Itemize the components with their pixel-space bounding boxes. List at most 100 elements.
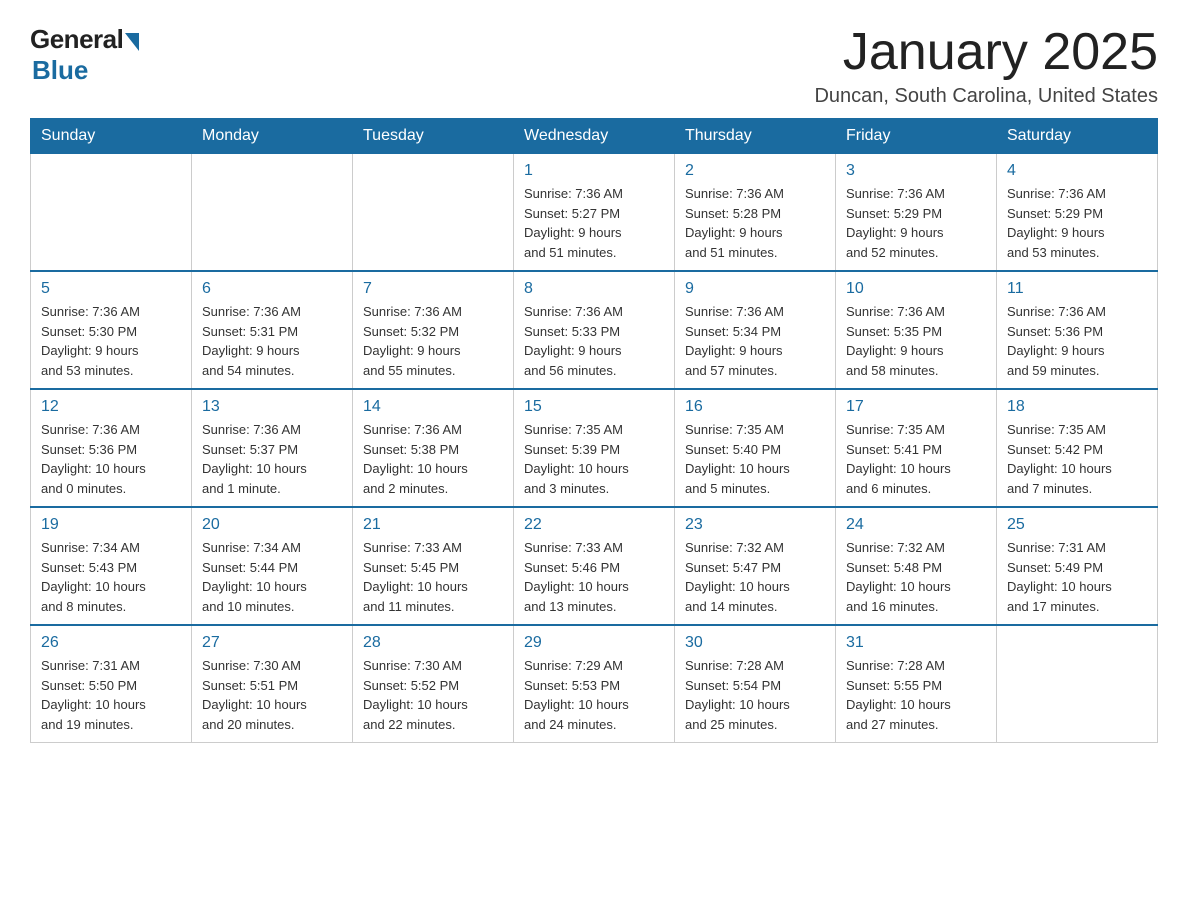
day-info: Sunrise: 7:32 AMSunset: 5:48 PMDaylight:… [846, 538, 986, 616]
day-number: 21 [363, 516, 503, 534]
day-header-friday: Friday [836, 119, 997, 154]
calendar-cell: 16Sunrise: 7:35 AMSunset: 5:40 PMDayligh… [675, 389, 836, 507]
calendar-cell: 29 Sunrise: 7:29 AMSunset: 5:53 PMDayligh… [514, 625, 675, 743]
day-info: Sunrise: 7:36 AMSunset: 5:36 PMDaylight:… [1007, 302, 1147, 380]
day-number: 25 [1007, 516, 1147, 534]
month-title: January 2025 [814, 24, 1158, 81]
day-number: 28 [363, 634, 503, 652]
day-number: 29 [524, 634, 664, 652]
day-number: 8 [524, 280, 664, 298]
day-number: 24 [846, 516, 986, 534]
calendar-cell: 7Sunrise: 7:36 AMSunset: 5:32 PMDaylight… [353, 271, 514, 389]
day-number: 13 [202, 398, 342, 416]
day-info: Sunrise: 7:32 AMSunset: 5:47 PMDaylight:… [685, 538, 825, 616]
calendar-cell: 26 Sunrise: 7:31 AMSunset: 5:50 PMDayligh… [31, 625, 192, 743]
day-number: 11 [1007, 280, 1147, 298]
calendar-cell: 13 Sunrise: 7:36 AMSunset: 5:37 PMDayligh… [192, 389, 353, 507]
day-info: Sunrise: 7:36 AMSunset: 5:31 PMDaylight:… [202, 302, 342, 380]
day-info: Sunrise: 7:29 AMSunset: 5:53 PMDaylight:… [524, 656, 664, 734]
day-number: 5 [41, 280, 181, 298]
logo-triangle-icon [125, 33, 139, 51]
week-row-5: 26 Sunrise: 7:31 AMSunset: 5:50 PMDayligh… [31, 625, 1158, 743]
calendar-cell: 22Sunrise: 7:33 AMSunset: 5:46 PMDayligh… [514, 507, 675, 625]
day-info: Sunrise: 7:30 AMSunset: 5:51 PMDaylight:… [202, 656, 342, 734]
day-number: 10 [846, 280, 986, 298]
day-number: 4 [1007, 162, 1147, 180]
day-number: 6 [202, 280, 342, 298]
day-info: Sunrise: 7:36 AMSunset: 5:37 PMDaylight:… [202, 420, 342, 498]
calendar-cell: 20 Sunrise: 7:34 AMSunset: 5:44 PMDayligh… [192, 507, 353, 625]
calendar-cell: 19 Sunrise: 7:34 AMSunset: 5:43 PMDayligh… [31, 507, 192, 625]
day-number: 7 [363, 280, 503, 298]
calendar-cell [997, 625, 1158, 743]
logo-general-text: General [30, 24, 123, 55]
day-number: 1 [524, 162, 664, 180]
calendar-cell: 18 Sunrise: 7:35 AMSunset: 5:42 PMDayligh… [997, 389, 1158, 507]
day-info: Sunrise: 7:36 AMSunset: 5:30 PMDaylight:… [41, 302, 181, 380]
day-number: 26 [41, 634, 181, 652]
calendar-cell: 28 Sunrise: 7:30 AMSunset: 5:52 PMDayligh… [353, 625, 514, 743]
calendar-cell: 15 Sunrise: 7:35 AMSunset: 5:39 PMDayligh… [514, 389, 675, 507]
day-info: Sunrise: 7:35 AMSunset: 5:40 PMDaylight:… [685, 420, 825, 498]
day-info: Sunrise: 7:36 AMSunset: 5:29 PMDaylight:… [846, 184, 986, 262]
calendar-cell: 2 Sunrise: 7:36 AMSunset: 5:28 PMDaylight… [675, 154, 836, 272]
day-number: 18 [1007, 398, 1147, 416]
calendar-cell: 21 Sunrise: 7:33 AMSunset: 5:45 PMDayligh… [353, 507, 514, 625]
logo: General Blue [30, 24, 139, 86]
calendar-cell: 23 Sunrise: 7:32 AMSunset: 5:47 PMDayligh… [675, 507, 836, 625]
day-number: 20 [202, 516, 342, 534]
day-info: Sunrise: 7:33 AMSunset: 5:46 PMDaylight:… [524, 538, 664, 616]
calendar-cell: 1Sunrise: 7:36 AMSunset: 5:27 PMDaylight… [514, 154, 675, 272]
calendar-cell: 5 Sunrise: 7:36 AMSunset: 5:30 PMDaylight… [31, 271, 192, 389]
title-block: January 2025 Duncan, South Carolina, Uni… [814, 24, 1158, 108]
day-header-sunday: Sunday [31, 119, 192, 154]
day-info: Sunrise: 7:35 AMSunset: 5:41 PMDaylight:… [846, 420, 986, 498]
calendar-cell: 8 Sunrise: 7:36 AMSunset: 5:33 PMDaylight… [514, 271, 675, 389]
day-number: 12 [41, 398, 181, 416]
day-info: Sunrise: 7:33 AMSunset: 5:45 PMDaylight:… [363, 538, 503, 616]
day-number: 9 [685, 280, 825, 298]
day-number: 2 [685, 162, 825, 180]
day-info: Sunrise: 7:34 AMSunset: 5:44 PMDaylight:… [202, 538, 342, 616]
calendar-cell: 12 Sunrise: 7:36 AMSunset: 5:36 PMDayligh… [31, 389, 192, 507]
day-info: Sunrise: 7:36 AMSunset: 5:28 PMDaylight:… [685, 184, 825, 262]
calendar-cell: 25Sunrise: 7:31 AMSunset: 5:49 PMDayligh… [997, 507, 1158, 625]
calendar-cell: 24 Sunrise: 7:32 AMSunset: 5:48 PMDayligh… [836, 507, 997, 625]
day-info: Sunrise: 7:31 AMSunset: 5:50 PMDaylight:… [41, 656, 181, 734]
calendar-cell: 17 Sunrise: 7:35 AMSunset: 5:41 PMDayligh… [836, 389, 997, 507]
calendar-cell: 31Sunrise: 7:28 AMSunset: 5:55 PMDayligh… [836, 625, 997, 743]
day-info: Sunrise: 7:36 AMSunset: 5:36 PMDaylight:… [41, 420, 181, 498]
day-number: 3 [846, 162, 986, 180]
day-info: Sunrise: 7:35 AMSunset: 5:42 PMDaylight:… [1007, 420, 1147, 498]
calendar-cell: 3 Sunrise: 7:36 AMSunset: 5:29 PMDaylight… [836, 154, 997, 272]
day-info: Sunrise: 7:28 AMSunset: 5:54 PMDaylight:… [685, 656, 825, 734]
page-header: General Blue January 2025 Duncan, South … [30, 24, 1158, 108]
day-headers-row: SundayMondayTuesdayWednesdayThursdayFrid… [31, 119, 1158, 154]
day-number: 23 [685, 516, 825, 534]
day-info: Sunrise: 7:36 AMSunset: 5:35 PMDaylight:… [846, 302, 986, 380]
calendar-cell: 9 Sunrise: 7:36 AMSunset: 5:34 PMDaylight… [675, 271, 836, 389]
day-header-monday: Monday [192, 119, 353, 154]
day-header-thursday: Thursday [675, 119, 836, 154]
calendar-table: SundayMondayTuesdayWednesdayThursdayFrid… [30, 118, 1158, 743]
day-info: Sunrise: 7:30 AMSunset: 5:52 PMDaylight:… [363, 656, 503, 734]
day-info: Sunrise: 7:34 AMSunset: 5:43 PMDaylight:… [41, 538, 181, 616]
calendar-cell: 4Sunrise: 7:36 AMSunset: 5:29 PMDaylight… [997, 154, 1158, 272]
week-row-3: 12 Sunrise: 7:36 AMSunset: 5:36 PMDayligh… [31, 389, 1158, 507]
day-number: 15 [524, 398, 664, 416]
calendar-cell: 6 Sunrise: 7:36 AMSunset: 5:31 PMDaylight… [192, 271, 353, 389]
calendar-cell: 10 Sunrise: 7:36 AMSunset: 5:35 PMDayligh… [836, 271, 997, 389]
day-number: 27 [202, 634, 342, 652]
logo-blue-text: Blue [32, 55, 88, 86]
day-header-saturday: Saturday [997, 119, 1158, 154]
day-number: 14 [363, 398, 503, 416]
day-info: Sunrise: 7:35 AMSunset: 5:39 PMDaylight:… [524, 420, 664, 498]
day-number: 19 [41, 516, 181, 534]
day-info: Sunrise: 7:36 AMSunset: 5:34 PMDaylight:… [685, 302, 825, 380]
calendar-cell [192, 154, 353, 272]
calendar-cell: 27 Sunrise: 7:30 AMSunset: 5:51 PMDayligh… [192, 625, 353, 743]
day-info: Sunrise: 7:36 AMSunset: 5:33 PMDaylight:… [524, 302, 664, 380]
day-number: 17 [846, 398, 986, 416]
day-header-wednesday: Wednesday [514, 119, 675, 154]
calendar-cell [353, 154, 514, 272]
